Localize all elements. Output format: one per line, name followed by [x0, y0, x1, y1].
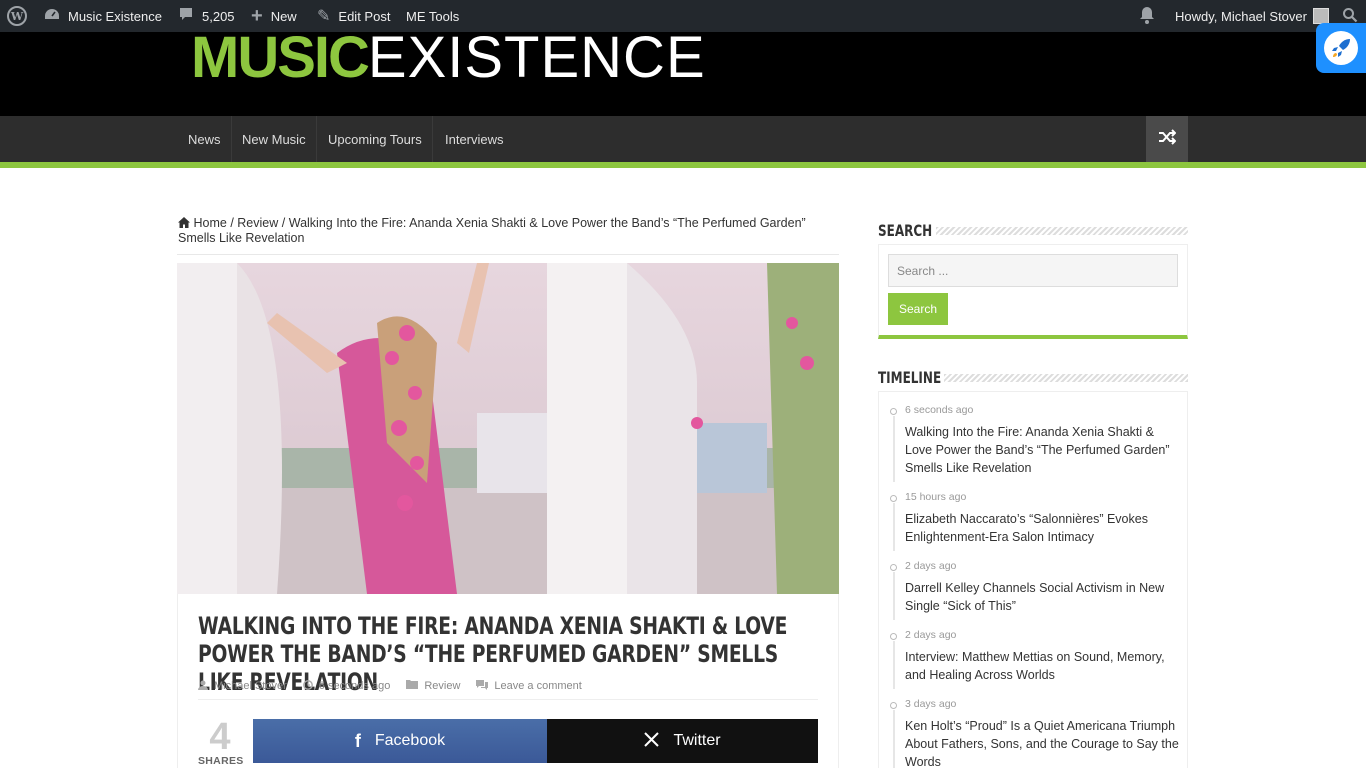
- comment-icon: [178, 6, 194, 27]
- divider: [198, 699, 818, 700]
- pencil-icon: ✎: [317, 8, 331, 25]
- timeline-time: 2 days ago: [905, 560, 957, 572]
- site-header: MUSICEXISTENCE: [0, 29, 1366, 116]
- dashboard-icon: [44, 7, 60, 26]
- clock-icon: [302, 679, 313, 693]
- timeline-line: [893, 416, 895, 482]
- timeline-title[interactable]: Ken Holt’s “Proud” Is a Quiet Americana …: [905, 717, 1180, 768]
- breadcrumb-separator: /: [230, 216, 234, 230]
- breadcrumb: Home / Review / Walking Into the Fire: A…: [178, 216, 838, 246]
- leave-comment-link[interactable]: Leave a comment: [476, 679, 582, 693]
- shuffle-icon: [1158, 128, 1177, 150]
- search-widget-header: Search: [878, 221, 1188, 241]
- bell-icon: [1139, 6, 1155, 27]
- search-button[interactable]: Search: [888, 293, 948, 325]
- breadcrumb-home-link[interactable]: Home: [193, 216, 226, 230]
- site-name-label: Music Existence: [68, 8, 162, 24]
- header-stripes: [944, 374, 1188, 382]
- x-twitter-icon: [644, 731, 660, 752]
- timeline-line: [893, 641, 895, 689]
- logo-music: MUSIC: [191, 25, 370, 90]
- post-time-label: 6 seconds ago: [318, 680, 391, 692]
- post-category[interactable]: Review: [406, 680, 460, 692]
- timeline-time: 3 days ago: [905, 698, 957, 710]
- timeline-title[interactable]: Walking Into the Fire: Ananda Xenia Shak…: [905, 423, 1180, 477]
- timeline-title[interactable]: Interview: Matthew Mettias on Sound, Mem…: [905, 648, 1180, 684]
- timeline-line: [893, 503, 895, 551]
- author-name: Michael Stover: [214, 680, 287, 692]
- search-input[interactable]: Search ...: [888, 254, 1178, 287]
- timeline-dot: [890, 408, 897, 415]
- search-widget-title: Search: [878, 221, 936, 240]
- nav-item-upcoming-tours[interactable]: Upcoming Tours: [318, 116, 433, 162]
- nav-accent-line: [0, 162, 1366, 168]
- timeline-time: 15 hours ago: [905, 491, 967, 503]
- share-count-label: SHARES: [198, 755, 244, 767]
- divider: [177, 254, 839, 255]
- facebook-icon: f: [354, 730, 361, 751]
- timeline-dot: [890, 702, 897, 709]
- nav-item-news[interactable]: News: [178, 116, 232, 162]
- timeline-widget-header: Timeline: [878, 368, 1188, 388]
- my-account-menu[interactable]: Howdy, Michael Stover: [1175, 0, 1329, 32]
- random-article-button[interactable]: [1146, 116, 1188, 162]
- comments-icon: [476, 679, 489, 693]
- twitter-share-button[interactable]: Twitter: [547, 719, 818, 763]
- site-logo[interactable]: MUSICEXISTENCE: [191, 29, 706, 87]
- notifications-button[interactable]: [1139, 0, 1155, 32]
- site-name-link[interactable]: Music Existence: [44, 0, 162, 32]
- post-category-label: Review: [424, 680, 461, 692]
- timeline-title[interactable]: Elizabeth Naccarato’s “Salonnières” Evok…: [905, 510, 1180, 546]
- nav-item-new-music[interactable]: New Music: [232, 116, 317, 162]
- leave-comment-label: Leave a comment: [494, 680, 582, 692]
- facebook-label: Facebook: [374, 732, 446, 749]
- edit-post-label: Edit Post: [338, 8, 391, 24]
- new-label: New: [270, 8, 297, 24]
- timeline-line: [893, 572, 895, 620]
- user-icon: [198, 680, 208, 693]
- timeline-dot: [890, 495, 897, 502]
- breadcrumb-category-link[interactable]: Review: [237, 216, 278, 230]
- breadcrumb-separator: /: [281, 216, 286, 230]
- timeline-title[interactable]: Darrell Kelley Channels Social Activism …: [905, 579, 1180, 615]
- post-meta: Michael Stover 6 seconds ago Review Leav…: [198, 679, 598, 693]
- howdy-label: Howdy, Michael Stover: [1175, 8, 1307, 24]
- post-time: 6 seconds ago: [302, 679, 391, 693]
- timeline-dot: [890, 564, 897, 571]
- share-count-number: 4: [209, 716, 231, 758]
- home-icon: [178, 216, 193, 230]
- rocket-badge[interactable]: [1316, 23, 1366, 73]
- wordpress-icon: W: [7, 6, 27, 26]
- wp-logo-button[interactable]: W: [7, 0, 27, 32]
- folder-icon: [406, 680, 419, 692]
- share-count: 4 SHARES: [198, 716, 244, 768]
- rocket-icon: [1324, 31, 1358, 65]
- twitter-label: Twitter: [673, 732, 721, 749]
- timeline-dot: [890, 633, 897, 640]
- featured-image: [177, 263, 839, 594]
- header-stripes: [936, 227, 1188, 235]
- logo-existence: EXISTENCE: [367, 25, 706, 90]
- timeline-widget-title: Timeline: [878, 368, 945, 387]
- timeline-time: 6 seconds ago: [905, 404, 974, 416]
- timeline-time: 2 days ago: [905, 629, 957, 641]
- nav-item-interviews[interactable]: Interviews: [435, 116, 514, 162]
- facebook-share-button[interactable]: f Facebook: [253, 719, 547, 763]
- post-author[interactable]: Michael Stover: [198, 680, 287, 693]
- me-tools-label: ME Tools: [406, 8, 460, 24]
- comments-count: 5,205: [202, 8, 235, 24]
- avatar: [1312, 8, 1329, 24]
- timeline-line: [893, 710, 895, 768]
